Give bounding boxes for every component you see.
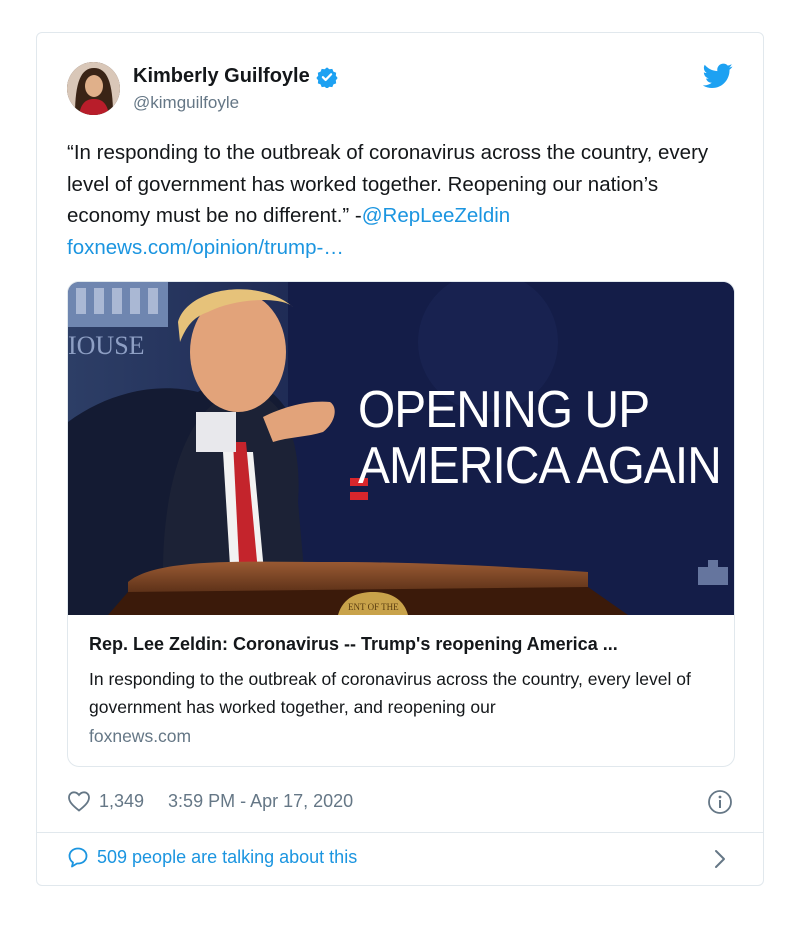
tweet-card: Kimberly Guilfoyle @kimguilfoyle “In res…	[36, 32, 764, 886]
conversation-link[interactable]: 509 people are talking about this	[67, 846, 357, 868]
image-headline-line2: AMERICA AGAIN	[358, 437, 722, 495]
link-card-title[interactable]: Rep. Lee Zeldin: Coronavirus -- Trump's …	[89, 634, 719, 655]
timestamp[interactable]: 3:59 PM - Apr 17, 2020	[168, 791, 353, 812]
author-handle[interactable]: @kimguilfoyle	[133, 93, 239, 113]
author-name[interactable]: Kimberly Guilfoyle	[133, 65, 338, 88]
link-preview-card[interactable]: IOUSE ENT OF THE OPENING UP AMERICA AGAI…	[67, 281, 735, 767]
image-headline: OPENING UP AMERICA AGAIN	[358, 381, 722, 495]
url-link[interactable]: foxnews.com/opinion/trump-…	[67, 236, 344, 259]
twitter-bird-icon[interactable]	[703, 63, 733, 89]
image-headline-line1: OPENING UP	[358, 381, 650, 439]
link-card-domain: foxnews.com	[89, 726, 192, 746]
link-card-description: In responding to the outbreak of coronav…	[89, 669, 691, 717]
heart-icon[interactable]	[67, 790, 91, 812]
divider	[37, 832, 763, 833]
info-icon[interactable]	[707, 789, 733, 815]
avatar[interactable]	[67, 62, 120, 115]
verified-badge-icon	[316, 66, 338, 88]
conversation-text[interactable]: 509 people are talking about this	[97, 847, 357, 868]
tweet-meta: 1,349 3:59 PM - Apr 17, 2020	[67, 790, 353, 812]
tweet-text: “In responding to the outbreak of corona…	[67, 137, 739, 263]
image-sign-text: IOUSE	[68, 331, 145, 360]
like-count[interactable]: 1,349	[99, 791, 144, 812]
comment-bubble-icon	[68, 847, 88, 868]
image-seal-text: ENT OF THE	[348, 602, 399, 612]
chevron-right-icon[interactable]	[713, 848, 727, 870]
mention-link[interactable]: @RepLeeZeldin	[362, 204, 510, 227]
author-name-text[interactable]: Kimberly Guilfoyle	[133, 65, 310, 88]
